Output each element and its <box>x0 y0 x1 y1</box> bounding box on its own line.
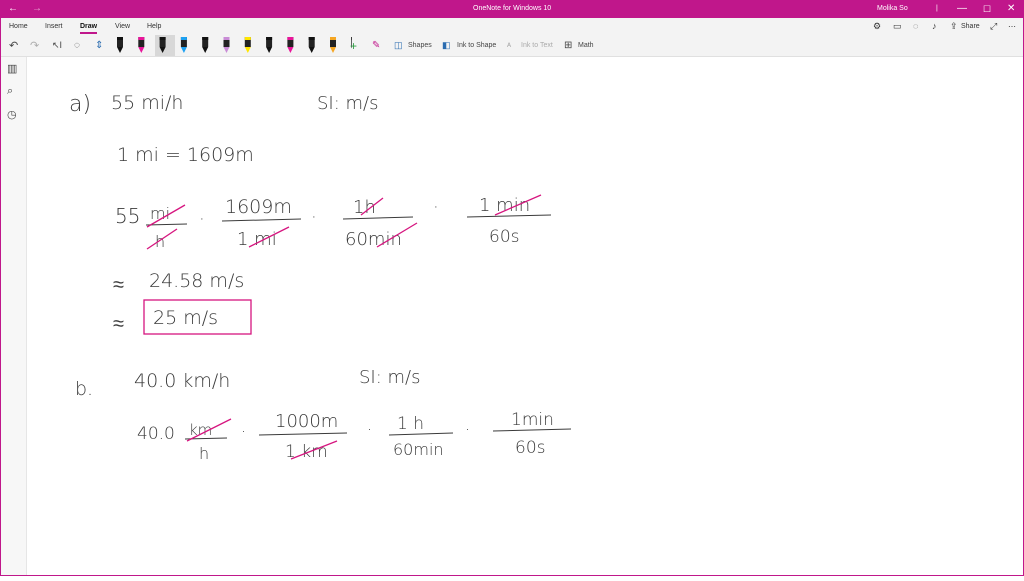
draw-toolbar: ↶ ↷ ↖I ◌ ⇕ + ✎ ◫ Shapes ◧ Ink to Shape ᴬ… <box>0 35 1024 57</box>
part-b-dot: · <box>465 420 470 439</box>
part-b-dot: · <box>367 420 372 439</box>
part-a-f3-denominator: 60min <box>345 229 402 250</box>
part-a-f3-numerator: 1h <box>353 197 376 218</box>
pen-6-icon[interactable] <box>223 37 230 53</box>
search-icon[interactable]: ⌕ <box>7 85 13 98</box>
redo-icon[interactable]: ↷ <box>30 35 39 56</box>
part-a-dot: · <box>199 209 205 230</box>
undo-icon[interactable]: ↶ <box>9 35 18 56</box>
shapes-button[interactable]: Shapes <box>408 35 432 56</box>
forward-arrow-icon[interactable]: → <box>32 0 42 18</box>
ink-to-shape-icon[interactable]: ◧ <box>442 35 451 56</box>
more-icon[interactable]: ⋯ <box>1008 18 1016 35</box>
pen-9-icon[interactable] <box>287 37 294 53</box>
pen-7-icon[interactable] <box>244 37 251 53</box>
part-a-f4-denominator: 60s <box>489 227 520 247</box>
share-icon[interactable]: ⇪ <box>950 18 958 35</box>
pen-11-icon[interactable] <box>330 37 336 53</box>
shapes-icon[interactable]: ◫ <box>394 35 403 56</box>
navigation-sidebar: ▥ ⌕ ◷ <box>0 57 27 576</box>
part-a-f2-numerator: 1609m <box>225 196 292 218</box>
type-select-icon[interactable]: ↖I <box>52 35 62 56</box>
maximize-icon[interactable]: ☐ <box>983 0 991 18</box>
share-button[interactable]: Share <box>961 18 980 35</box>
lightbulb-icon[interactable]: ◌ <box>913 18 918 35</box>
math-button[interactable]: Math <box>578 35 594 56</box>
add-pen-icon[interactable]: + <box>350 35 357 56</box>
part-a-f1-number: 55 <box>115 204 140 228</box>
part-a-si-unit: SI: m/s <box>317 93 379 114</box>
pen-2-icon[interactable] <box>138 37 145 53</box>
ink-layer: a) 55 mi/h SI: m/s 1 mi = 1609m 55 mi h … <box>69 92 572 463</box>
part-a-f4-numerator: 1 min <box>479 195 530 216</box>
part-a-label: a) <box>69 92 91 117</box>
note-canvas[interactable]: a) 55 mi/h SI: m/s 1 mi = 1609m 55 mi h … <box>27 57 1024 576</box>
ruler-icon[interactable]: ✎ <box>372 35 380 56</box>
part-a-f1-denominator: h <box>155 232 165 251</box>
pen-10-icon[interactable] <box>308 37 315 53</box>
ink-to-text-button[interactable]: Ink to Text <box>521 35 553 56</box>
pen-8-icon[interactable] <box>266 37 273 53</box>
ink-to-shape-button[interactable]: Ink to Shape <box>457 35 496 56</box>
part-b-si-unit: SI: m/s <box>359 367 421 388</box>
part-a-result: 24.58 m/s <box>149 270 244 292</box>
user-name[interactable]: Molika So <box>877 0 908 18</box>
part-a-final-answer: 25 m/s <box>153 307 218 329</box>
ink-to-text-icon[interactable]: ᴬ <box>507 35 511 56</box>
lasso-select-icon[interactable]: ◌ <box>74 35 80 56</box>
part-b-f3-denominator: 60min <box>393 440 444 459</box>
notebooks-icon[interactable]: ▥ <box>7 62 17 75</box>
part-b-f3-numerator: 1 h <box>397 414 424 434</box>
part-b-f4-denominator: 60s <box>515 438 546 458</box>
add-space-icon[interactable]: ⇕ <box>95 35 103 56</box>
part-a-f2-bar <box>221 218 302 222</box>
part-a-conversion: 1 mi = 1609m <box>117 144 254 166</box>
approx-symbol: ≈ <box>113 272 124 296</box>
vertical-separator-icon: | <box>936 5 938 12</box>
part-b-dot: · <box>241 422 246 441</box>
recent-clock-icon[interactable]: ◷ <box>7 108 17 121</box>
title-bar: ← → OneNote for Windows 10 Molika So | —… <box>0 0 1024 18</box>
part-b-f1-denominator: h <box>199 444 209 463</box>
tab-help[interactable]: Help <box>147 18 161 35</box>
expand-icon[interactable]: ⤢ <box>990 18 997 35</box>
part-b-given: 40.0 km/h <box>134 370 230 392</box>
pen-5-icon[interactable] <box>202 37 209 53</box>
part-a-given: 55 mi/h <box>111 92 183 114</box>
tab-insert[interactable]: Insert <box>45 18 63 35</box>
minimize-icon[interactable]: — <box>957 0 967 18</box>
back-arrow-icon[interactable]: ← <box>8 0 18 18</box>
pen-4-icon[interactable] <box>180 37 187 53</box>
part-a-dot: · <box>433 197 439 218</box>
window-title: OneNote for Windows 10 <box>473 5 552 12</box>
notification-settings-icon[interactable]: ⚙ <box>873 18 881 35</box>
close-icon[interactable]: ✕ <box>1007 0 1015 18</box>
tab-home[interactable]: Home <box>9 18 28 35</box>
part-b-f2-numerator: 1000m <box>275 411 338 432</box>
part-b-f2-bar <box>258 432 348 436</box>
active-tab-indicator <box>80 32 97 34</box>
part-b-f4-numerator: 1min <box>511 410 554 430</box>
math-icon[interactable]: ⊞ <box>564 35 572 56</box>
part-b-label: b. <box>75 378 93 400</box>
pen-gallery <box>117 35 352 56</box>
ribbon-tabs: Home Insert Draw View Help ⚙ ▭ ◌ ♪ ⇪ Sha… <box>0 18 1024 35</box>
bell-icon[interactable]: ♪ <box>932 18 937 35</box>
part-b-f1-number: 40.0 <box>137 424 175 444</box>
pen-1-icon[interactable] <box>117 37 123 53</box>
tab-view[interactable]: View <box>115 18 130 35</box>
approx-symbol: ≈ <box>113 311 124 335</box>
page-icon[interactable]: ▭ <box>893 18 902 35</box>
part-a-dot: · <box>311 207 317 228</box>
part-a-f2-denominator: 1 mi <box>237 229 277 250</box>
